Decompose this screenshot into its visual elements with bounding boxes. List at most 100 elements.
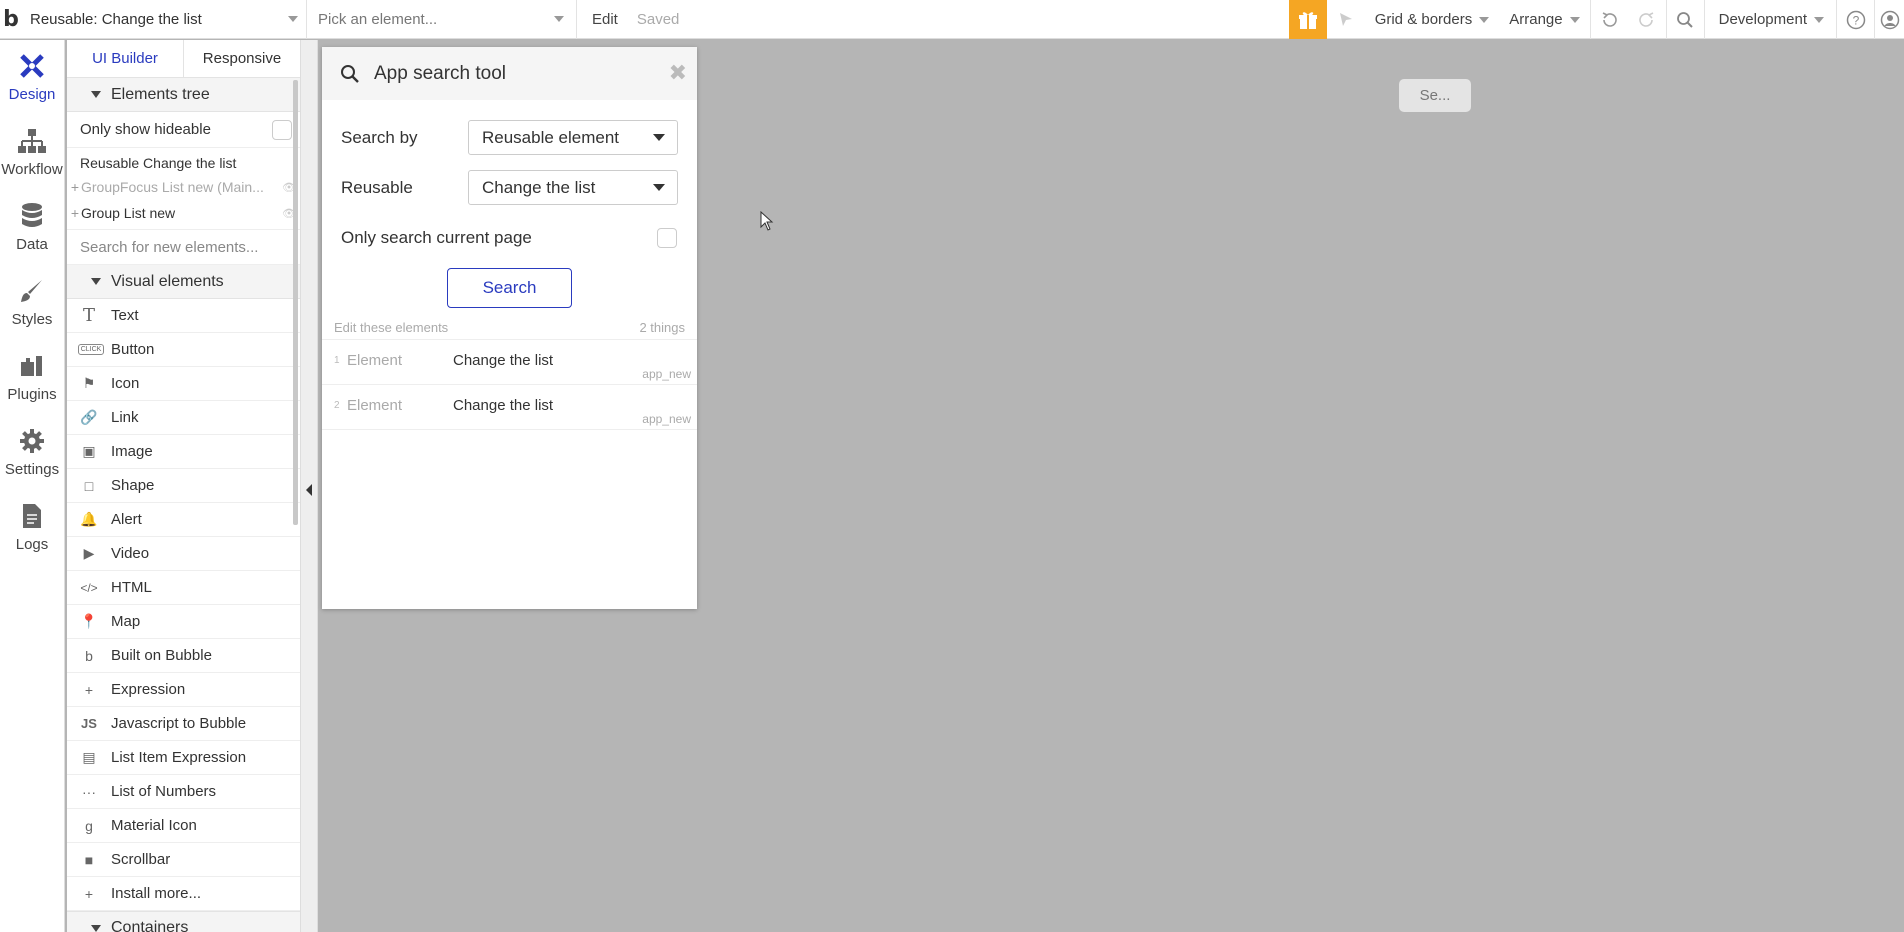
result-name: Change the list	[453, 352, 554, 369]
palette-item[interactable]: □ Shape	[67, 469, 300, 503]
palette-item[interactable]: ■ Scrollbar	[67, 843, 300, 877]
palette-item[interactable]: 🔗 Link	[67, 401, 300, 435]
gear-icon	[20, 429, 44, 453]
collapse-triangle-icon	[91, 924, 101, 932]
palette-item-label: Expression	[111, 681, 186, 698]
search-button[interactable]: Search	[447, 268, 572, 308]
palette-item[interactable]: g Material Icon	[67, 809, 300, 843]
search-by-dropdown[interactable]: Reusable element	[468, 120, 678, 155]
palette-item[interactable]: 🔔 Alert	[67, 503, 300, 537]
only-current-page-checkbox[interactable]	[657, 228, 677, 248]
containers-label: Containers	[111, 919, 189, 932]
elements-tree-header[interactable]: Elements tree	[67, 78, 300, 112]
result-row[interactable]: 1 Element Change the list app_new	[322, 340, 697, 385]
tree-item-groupfocus[interactable]: + GroupFocus List new (Main... 👁	[67, 175, 300, 199]
result-page: app_new	[642, 367, 691, 381]
tree-item-group-list[interactable]: + Group List new 👁	[67, 201, 300, 225]
palette-item-label: Map	[111, 613, 141, 630]
palette-item-label: Image	[111, 443, 153, 460]
page-selector[interactable]: Reusable: Change the list	[22, 0, 307, 39]
palette-item[interactable]: ⚑ Icon	[67, 367, 300, 401]
expand-plus-icon[interactable]: +	[69, 179, 81, 195]
palette-item[interactable]: ▤ List Item Expression	[67, 741, 300, 775]
palette-item-icon: 🔔	[80, 511, 98, 527]
palette-item[interactable]: T Text	[67, 299, 300, 333]
user-avatar-icon[interactable]	[1874, 0, 1904, 39]
undo-icon[interactable]	[1589, 0, 1628, 39]
visual-elements-header[interactable]: Visual elements	[67, 265, 300, 299]
palette-item[interactable]: ▣ Image	[67, 435, 300, 469]
help-icon[interactable]: ?	[1836, 0, 1874, 39]
element-selector[interactable]: Pick an element...	[307, 0, 577, 39]
chevron-down-icon	[1479, 16, 1490, 23]
pointer-icon[interactable]	[1327, 0, 1365, 39]
tab-ui-builder[interactable]: UI Builder	[67, 40, 184, 77]
palette-item[interactable]: CLICK Button	[67, 333, 300, 367]
nav-settings[interactable]: Settings	[0, 415, 64, 490]
tree-item-label: Reusable Change the list	[80, 155, 237, 171]
grid-borders-menu[interactable]: Grid & borders	[1365, 0, 1500, 39]
palette-item-icon: g	[85, 817, 93, 834]
collapse-triangle-icon	[91, 278, 101, 285]
palette-item[interactable]: JS Javascript to Bubble	[67, 707, 300, 741]
palette-item-label: HTML	[111, 579, 152, 596]
arrange-menu[interactable]: Arrange	[1499, 0, 1589, 39]
left-navigation: Design Workflow Data Styles Plugins Sett…	[0, 40, 65, 932]
palette-tabs: UI Builder Responsive	[67, 40, 300, 78]
top-bar: b Reusable: Change the list Pick an elem…	[0, 0, 1904, 39]
search-elements-input[interactable]: Search for new elements...	[67, 229, 300, 265]
app-search-tool-panel: App search tool ✖ Search by Reusable ele…	[322, 47, 697, 609]
bubble-logo[interactable]: b	[0, 0, 22, 39]
edit-button[interactable]: Edit	[592, 11, 618, 28]
search-icon[interactable]	[1665, 0, 1704, 39]
elements-tree-label: Elements tree	[111, 85, 210, 103]
reusable-dropdown[interactable]: Change the list	[468, 170, 678, 205]
result-type: Element	[347, 397, 403, 414]
palette-item[interactable]: 📍 Map	[67, 605, 300, 639]
tree-item-label: Group List new	[81, 205, 176, 221]
palette-item[interactable]: + Expression	[67, 673, 300, 707]
palette-item-icon: ▶	[83, 545, 95, 561]
reusable-label: Reusable	[341, 177, 413, 197]
palette-item[interactable]: + Install more...	[67, 877, 300, 911]
close-icon[interactable]: ✖	[669, 61, 687, 86]
result-row[interactable]: 2 Element Change the list app_new	[322, 385, 697, 430]
database-icon	[22, 203, 42, 227]
nav-design[interactable]: Design	[0, 40, 64, 115]
search-tool-title: App search tool	[374, 62, 507, 84]
only-show-hideable-label: Only show hideable	[80, 121, 211, 138]
nav-styles[interactable]: Styles	[0, 265, 64, 340]
nav-plugins[interactable]: Plugins	[0, 340, 64, 415]
only-show-hideable-checkbox[interactable]	[272, 119, 292, 140]
nav-logs[interactable]: Logs	[0, 490, 64, 565]
results-count: 2 things	[639, 320, 685, 335]
redo-icon[interactable]	[1628, 0, 1666, 39]
palette-item[interactable]: ··· List of Numbers	[67, 775, 300, 809]
environment-menu[interactable]: Development	[1703, 0, 1836, 39]
nav-data[interactable]: Data	[0, 190, 64, 265]
search-by-row: Search by Reusable element	[322, 120, 697, 155]
search-icon	[341, 64, 359, 83]
palette-item-icon: ⚑	[82, 375, 96, 391]
workflow-icon	[18, 129, 46, 153]
tab-responsive[interactable]: Responsive	[184, 40, 300, 77]
palette-item[interactable]: b Built on Bubble	[67, 639, 300, 673]
collapse-panel-icon[interactable]	[306, 484, 312, 496]
palette-item[interactable]: </> HTML	[67, 571, 300, 605]
palette-item-label: Video	[111, 545, 150, 562]
palette-scrollbar[interactable]	[293, 80, 298, 525]
nav-logs-label: Logs	[15, 536, 49, 553]
gift-icon[interactable]	[1288, 0, 1327, 39]
expand-plus-icon[interactable]: +	[69, 205, 81, 221]
page-selector-value: Reusable: Change the list	[30, 10, 202, 28]
tree-item-root[interactable]: Reusable Change the list	[67, 151, 300, 175]
svg-text:?: ?	[1852, 13, 1859, 27]
palette-item-icon: ▣	[82, 443, 96, 459]
canvas-se-button[interactable]: Se...	[1399, 79, 1471, 112]
nav-workflow[interactable]: Workflow	[0, 115, 64, 190]
palette-item[interactable]: ▶ Video	[67, 537, 300, 571]
containers-header[interactable]: Containers	[67, 911, 300, 932]
result-type: Element	[347, 352, 403, 369]
palette-item-icon: □	[84, 477, 94, 494]
palette-item-label: List of Numbers	[111, 783, 217, 800]
